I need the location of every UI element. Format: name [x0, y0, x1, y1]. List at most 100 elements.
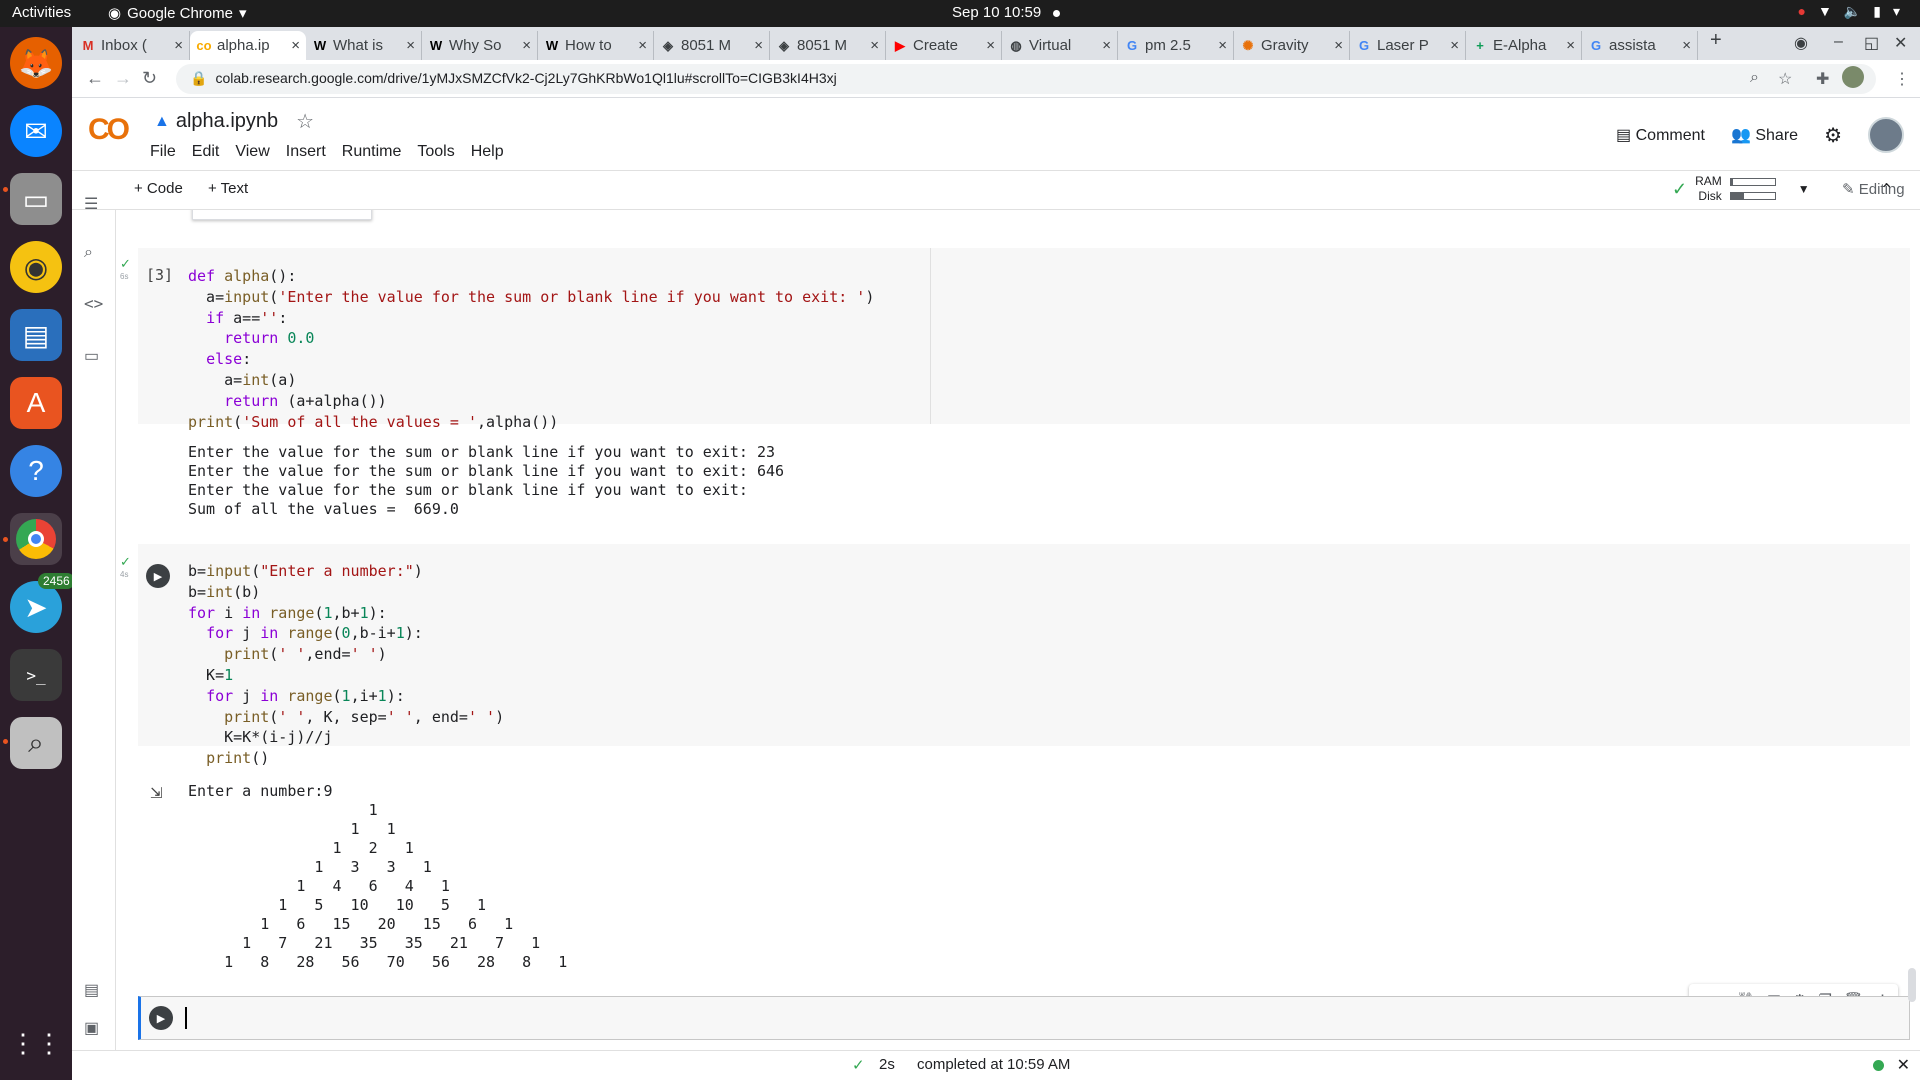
- browser-tab[interactable]: co alpha.ip ×: [190, 31, 306, 60]
- empty-code-cell[interactable]: ▶: [138, 996, 1910, 1040]
- libreoffice-writer-launcher[interactable]: ▤: [10, 309, 62, 361]
- colab-logo[interactable]: CO: [88, 113, 130, 147]
- browser-tab[interactable]: ◍ Virtual ×: [1002, 31, 1118, 60]
- close-tab-icon[interactable]: ×: [1334, 37, 1343, 54]
- star-icon[interactable]: ☆: [296, 109, 314, 134]
- comment-button[interactable]: ▤ Comment: [1616, 125, 1705, 145]
- close-tab-icon[interactable]: ×: [406, 37, 415, 54]
- files-folder-icon[interactable]: ▭: [84, 346, 99, 366]
- close-tab-icon[interactable]: ×: [1566, 37, 1575, 54]
- browser-tab[interactable]: ✺ Gravity ×: [1234, 31, 1350, 60]
- menu-help[interactable]: Help: [471, 143, 504, 161]
- code-cell[interactable]: ▶ b=input("Enter a number:") b=int(b) fo…: [138, 544, 1910, 767]
- wifi-icon: ▼: [1817, 3, 1832, 19]
- close-status-icon[interactable]: ✕: [1897, 1055, 1910, 1075]
- add-text-cell-button[interactable]: + Text: [208, 180, 248, 197]
- command-palette-icon[interactable]: ▤: [84, 980, 99, 1000]
- browser-tab[interactable]: M Inbox (×: [74, 31, 190, 60]
- close-tab-icon[interactable]: ×: [1218, 37, 1227, 54]
- code-cell[interactable]: [3] def alpha(): a=input('Enter the valu…: [138, 248, 1910, 431]
- close-tab-icon[interactable]: ×: [522, 37, 531, 54]
- close-tab-icon[interactable]: ×: [291, 37, 300, 54]
- search-icon[interactable]: ⌕: [84, 244, 93, 262]
- account-avatar[interactable]: [1868, 117, 1904, 153]
- browser-tab[interactable]: ◈ 8051 M ×: [770, 31, 886, 60]
- thunderbird-launcher[interactable]: ✉: [10, 105, 62, 157]
- notebook-name[interactable]: alpha.ipynb: [176, 110, 278, 133]
- telegram-launcher[interactable]: ➤ 2456: [10, 573, 75, 633]
- google-drive-icon: ▲: [154, 112, 170, 130]
- code-snippets-icon[interactable]: <>: [84, 294, 103, 313]
- menu-runtime[interactable]: Runtime: [342, 143, 402, 161]
- close-tab-icon[interactable]: ×: [870, 37, 879, 54]
- profile-avatar[interactable]: [1842, 66, 1864, 88]
- close-tab-icon[interactable]: ×: [754, 37, 763, 54]
- editing-mode-button[interactable]: ✎ Editing: [1842, 180, 1905, 198]
- output-options-icon[interactable]: ⇲: [150, 784, 163, 802]
- chrome-menu-icon[interactable]: ⋮: [1894, 69, 1910, 89]
- clock[interactable]: Sep 10 10:59: [952, 4, 1061, 21]
- extensions-icon[interactable]: ✚: [1816, 69, 1829, 89]
- menu-insert[interactable]: Insert: [286, 143, 326, 161]
- activities-button[interactable]: Activities: [12, 4, 71, 21]
- settings-gear-icon[interactable]: ⚙: [1824, 123, 1842, 148]
- system-tray[interactable]: ● ▼ 🔈 ▮ ▾: [1797, 3, 1900, 20]
- menu-view[interactable]: View: [235, 143, 269, 161]
- firefox-launcher[interactable]: 🦊: [10, 37, 62, 89]
- show-applications-icon[interactable]: ⋮⋮: [10, 1017, 62, 1069]
- share-button[interactable]: 👥 Share: [1731, 125, 1798, 145]
- terminal-icon[interactable]: ▣: [84, 1018, 99, 1038]
- code-editor[interactable]: b=input("Enter a number:") b=int(b) for …: [188, 561, 504, 769]
- browser-tab[interactable]: Gassista ×: [1582, 31, 1698, 60]
- run-cell-button[interactable]: ▶: [149, 1006, 173, 1030]
- address-bar[interactable]: 🔒 colab.research.google.com/drive/1yMJxSM…: [176, 64, 1876, 94]
- close-window-button[interactable]: ✕: [1894, 33, 1907, 53]
- collapse-header-icon[interactable]: ⌃: [1880, 180, 1893, 200]
- tab-title: alpha.ip: [217, 37, 270, 54]
- help-launcher[interactable]: ?: [10, 445, 62, 497]
- chrome-launcher[interactable]: [10, 513, 62, 565]
- search-stack-overflow-button[interactable]: [192, 210, 372, 220]
- code-editor[interactable]: def alpha(): a=input('Enter the value fo…: [188, 266, 874, 432]
- terminal-launcher[interactable]: >_: [10, 649, 62, 701]
- resources-indicator[interactable]: ✓ RAM Disk ▼: [1672, 174, 1810, 204]
- software-center-launcher[interactable]: A: [10, 377, 62, 429]
- close-tab-icon[interactable]: ×: [986, 37, 995, 54]
- back-button[interactable]: ←: [86, 68, 104, 89]
- browser-tab[interactable]: W How to ×: [538, 31, 654, 60]
- menu-file[interactable]: File: [150, 143, 176, 161]
- maximize-button[interactable]: ◱: [1864, 33, 1879, 53]
- browser-tab[interactable]: G Laser P ×: [1350, 31, 1466, 60]
- cell-output: Enter a number:9 1 1 1 1 2 1 1 3 3 1 1 4…: [188, 782, 568, 971]
- run-cell-button[interactable]: ▶: [146, 564, 170, 588]
- chevron-down-icon[interactable]: ▼: [1798, 182, 1810, 196]
- search-app-launcher[interactable]: ⌕: [10, 717, 62, 769]
- menu-edit[interactable]: Edit: [192, 143, 220, 161]
- tab-favicon-icon: G: [1126, 38, 1138, 53]
- close-tab-icon[interactable]: ×: [1682, 37, 1691, 54]
- app-menu[interactable]: ◉ Google Chrome ▾: [108, 4, 247, 23]
- close-tab-icon[interactable]: ×: [638, 37, 647, 54]
- new-tab-button[interactable]: +: [1710, 29, 1722, 52]
- close-tab-icon[interactable]: ×: [1450, 37, 1459, 54]
- browser-tab[interactable]: + E-Alpha ×: [1466, 31, 1582, 60]
- bookmark-star-icon[interactable]: ☆: [1778, 69, 1792, 89]
- reload-button[interactable]: ↻: [142, 68, 157, 89]
- browser-tab[interactable]: W Why So ×: [422, 31, 538, 60]
- close-tab-icon[interactable]: ×: [1102, 37, 1111, 54]
- scrollbar-thumb[interactable]: [1908, 968, 1916, 1002]
- zoom-icon[interactable]: ⌕: [1750, 69, 1759, 87]
- browser-tab[interactable]: Gpm 2.5 ×: [1118, 31, 1234, 60]
- table-of-contents-icon[interactable]: ☰: [84, 194, 98, 214]
- close-tab-icon[interactable]: ×: [174, 37, 183, 54]
- minimize-button[interactable]: –: [1834, 33, 1843, 51]
- rhythmbox-launcher[interactable]: ◉: [10, 241, 62, 293]
- browser-tab[interactable]: ◈ 8051 M ×: [654, 31, 770, 60]
- browser-tab[interactable]: ▶ Create ×: [886, 31, 1002, 60]
- files-launcher[interactable]: ▭: [10, 173, 62, 225]
- browser-tab[interactable]: W What is ×: [306, 31, 422, 60]
- add-code-cell-button[interactable]: + Code: [134, 180, 183, 197]
- tab-search-icon[interactable]: ◉: [1794, 33, 1808, 53]
- forward-button[interactable]: →: [114, 68, 132, 89]
- menu-tools[interactable]: Tools: [417, 143, 454, 161]
